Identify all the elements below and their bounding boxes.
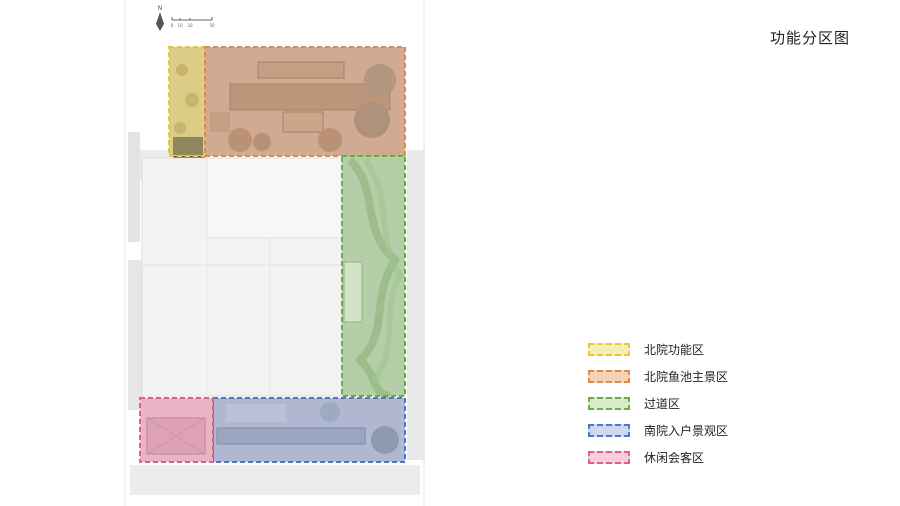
page-title: 功能分区图 — [770, 29, 851, 47]
scale-label-50: 50 — [209, 23, 215, 28]
legend-label: 过道区 — [644, 397, 681, 411]
main-building — [141, 157, 343, 397]
zone-north-functional — [168, 46, 206, 157]
legend-swatch — [588, 370, 630, 383]
zone-south-entrance — [212, 397, 406, 463]
legend-item-corridor: 过道区 — [588, 390, 728, 417]
scale-label-0: 0 — [171, 23, 174, 28]
legend-label: 北院鱼池主景区 — [644, 370, 729, 384]
legend-item-north-fishpond: 北院鱼池主景区 — [588, 363, 728, 390]
legend-label: 北院功能区 — [644, 343, 705, 357]
legend-item-leisure: 休闲会客区 — [588, 444, 728, 471]
zone-leisure — [139, 397, 214, 463]
north-arrow-icon: N — [156, 5, 164, 31]
north-label: N — [158, 5, 163, 12]
legend-label: 休闲会客区 — [644, 451, 705, 465]
legend-swatch — [588, 424, 630, 437]
scale-label-20: 20 — [187, 23, 193, 28]
legend-swatch — [588, 451, 630, 464]
legend: 北院功能区 北院鱼池主景区 过道区 南院入户景观区 休闲会客区 — [588, 336, 728, 471]
legend-item-north-functional: 北院功能区 — [588, 336, 728, 363]
scale-bar: 0 10 20 50 — [171, 17, 215, 28]
legend-item-south-entrance: 南院入户景观区 — [588, 417, 728, 444]
legend-label: 南院入户景观区 — [644, 424, 729, 438]
zone-north-fishpond — [204, 46, 406, 157]
site-plan: N 0 10 20 50 — [124, 0, 425, 506]
legend-swatch — [588, 397, 630, 410]
zone-corridor — [341, 155, 406, 400]
legend-swatch — [588, 343, 630, 356]
scale-label-10: 10 — [177, 23, 183, 28]
